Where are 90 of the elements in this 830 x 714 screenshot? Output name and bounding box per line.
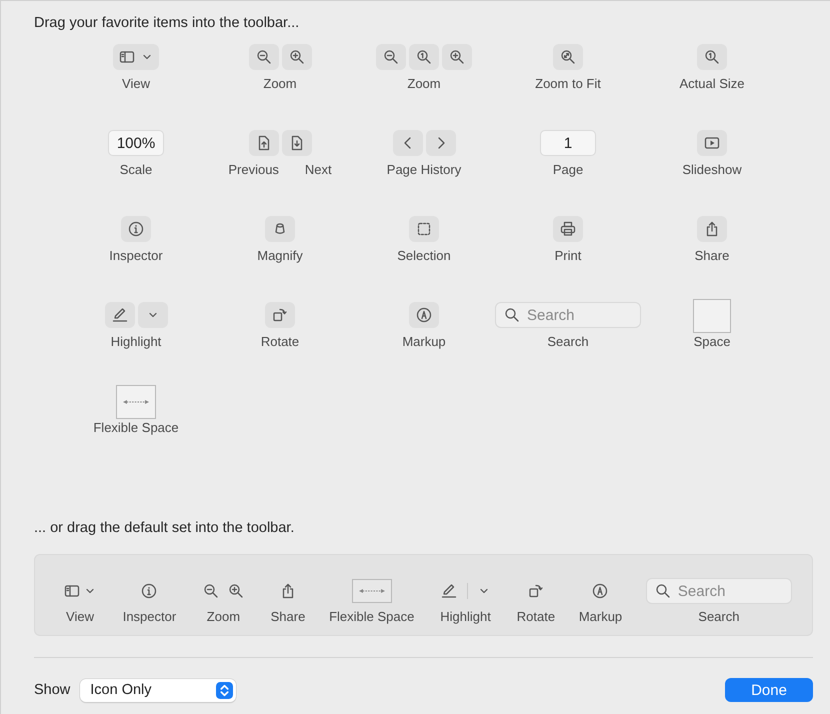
zoom-out-icon <box>256 49 272 65</box>
item-label: Share <box>270 609 306 624</box>
slideshow-button[interactable] <box>697 130 727 156</box>
play-icon <box>704 135 720 151</box>
zoom-out-button[interactable] <box>248 44 278 70</box>
item-label: View <box>66 609 94 624</box>
palette-heading: Drag your favorite items into the toolbar... <box>34 15 300 31</box>
done-button[interactable]: Done <box>725 678 813 702</box>
item-label: Actual Size <box>679 76 745 91</box>
info-icon <box>141 583 158 599</box>
zoom-in-button[interactable] <box>282 44 312 70</box>
double-arrow-icon <box>121 398 151 406</box>
search-placeholder: Search <box>527 306 575 324</box>
search-icon <box>654 583 671 599</box>
zoom-out-button[interactable] <box>376 44 406 70</box>
stepper-icon <box>216 682 234 698</box>
rotate-icon <box>528 583 544 599</box>
zoom-out-icon <box>202 583 219 599</box>
sidebar-icon <box>119 49 135 65</box>
rotate-icon <box>272 307 288 323</box>
zoom-in-icon <box>228 583 244 599</box>
inspector-button[interactable] <box>121 216 151 242</box>
search-placeholder: Search <box>678 582 726 600</box>
item-label: Scale <box>120 162 152 177</box>
item-label: Rotate <box>260 334 300 349</box>
item-label: Print <box>554 248 582 263</box>
item-label: Slideshow <box>682 162 742 177</box>
show-label: Show <box>34 682 70 698</box>
view-button[interactable] <box>113 44 159 70</box>
item-label: Zoom <box>407 76 441 91</box>
item-label: Zoom to Fit <box>535 76 601 91</box>
default-set-heading: ... or drag the default set into the toolbar. <box>34 520 296 536</box>
actual-size-icon <box>704 49 720 65</box>
rotate-button[interactable] <box>265 302 295 328</box>
zoom-to-fit-icon <box>560 49 576 65</box>
item-label: Highlight <box>440 609 491 624</box>
highlight-button[interactable] <box>104 302 134 328</box>
item-label: Magnify <box>257 248 303 263</box>
previous-page-button[interactable] <box>248 130 278 156</box>
item-label: Markup <box>402 334 446 349</box>
item-label: Share <box>694 248 730 263</box>
item-label: View <box>122 76 150 91</box>
item-label: Inspector <box>122 609 176 624</box>
item-label: Space <box>694 334 730 349</box>
pen-tip-icon <box>416 307 432 323</box>
item-label: Search <box>547 334 589 349</box>
show-popup[interactable]: Icon Only <box>80 678 236 702</box>
sidebar-icon <box>64 583 80 599</box>
print-button[interactable] <box>553 216 583 242</box>
item-label: Next <box>304 162 332 177</box>
pencil-icon <box>112 307 128 323</box>
share-button[interactable] <box>697 216 727 242</box>
text-field[interactable]: 100% <box>108 130 164 156</box>
pencil-icon <box>441 583 458 599</box>
back-button[interactable] <box>392 130 422 156</box>
actual-size-button[interactable] <box>409 44 439 70</box>
item-label: Flexible Space <box>93 420 179 435</box>
item-label: Search <box>698 609 740 624</box>
print-icon <box>560 221 576 237</box>
text-field[interactable]: 1 <box>540 130 596 156</box>
selection-button[interactable] <box>409 216 439 242</box>
magnify-button[interactable] <box>265 216 295 242</box>
next-page-button[interactable] <box>282 130 312 156</box>
zoom-in-icon <box>449 49 465 65</box>
dashed-rectangle-icon <box>416 221 432 237</box>
zoom-out-icon <box>383 49 399 65</box>
item-label: Page <box>552 162 584 177</box>
info-icon <box>128 221 144 237</box>
item-label: Selection <box>397 248 451 263</box>
item-label: Zoom <box>206 609 240 624</box>
item-label: Page History <box>386 162 462 177</box>
zoom-in-button[interactable] <box>442 44 472 70</box>
zoom-to-fit-button[interactable] <box>553 44 583 70</box>
actual-size-icon <box>416 49 432 65</box>
default-toolbar[interactable]: View Inspector Zoom Share Flexible Space Highlight Rotate Markup Search Search <box>34 554 813 636</box>
search-icon <box>504 307 520 323</box>
item-label: Rotate <box>516 609 556 624</box>
item-label: Zoom <box>263 76 297 91</box>
item-label: Markup <box>578 609 622 624</box>
item-label: Highlight <box>110 334 162 349</box>
share-icon <box>704 221 720 237</box>
markup-button[interactable] <box>409 302 439 328</box>
pen-tip-icon <box>592 583 608 599</box>
item-label: Inspector <box>109 248 163 263</box>
zoom-in-icon <box>288 49 304 65</box>
item-label: Flexible Space <box>329 609 414 624</box>
actual-size-button[interactable] <box>697 44 727 70</box>
item-label: Previous <box>228 162 279 177</box>
forward-button[interactable] <box>426 130 456 156</box>
double-arrow-icon <box>356 587 387 595</box>
